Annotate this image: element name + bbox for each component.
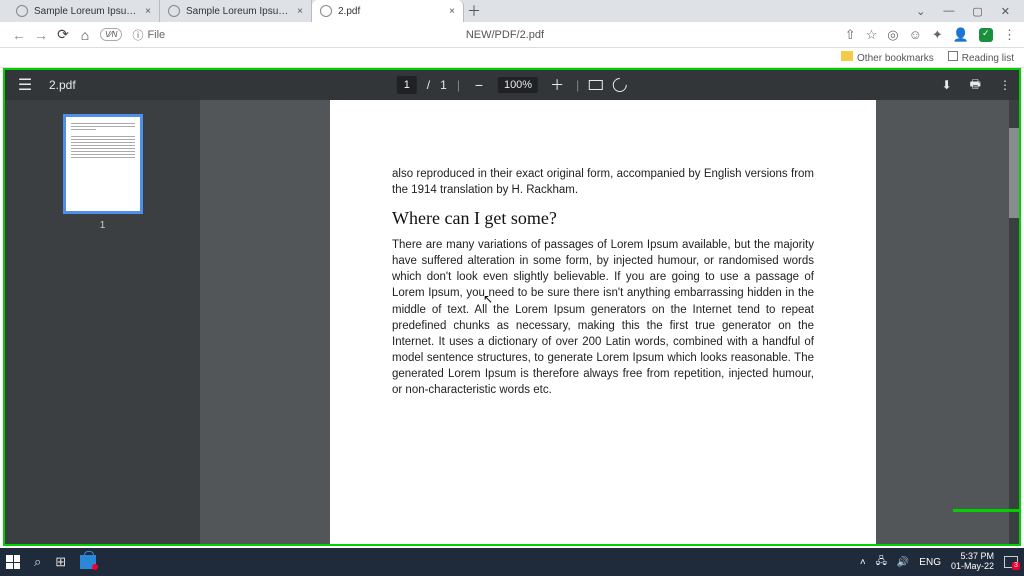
user-icon[interactable]: 👤 [953,27,969,43]
tray-expand-icon[interactable]: ˄ [860,557,866,568]
forward-button[interactable]: → [30,27,52,43]
rotate-icon[interactable] [610,75,630,95]
share-icon[interactable]: ⇧ [845,27,856,43]
url-scheme: File [147,29,165,41]
document-area[interactable]: also reproduced in their exact original … [200,100,1019,544]
toolbar-center: / 1 | − 100% ＋ | [397,75,627,95]
url-path: NEW/PDF/2.pdf [466,29,544,41]
download-icon[interactable]: ⬇ [942,78,952,92]
zoom-in-button[interactable]: ＋ [548,75,566,95]
other-bookmarks[interactable]: Other bookmarks [841,51,934,64]
close-icon[interactable]: × [145,6,151,17]
dropdown-icon[interactable]: ⌄ [916,5,925,18]
more-icon[interactable]: ⋮ [999,78,1011,92]
scrollbar[interactable] [1009,100,1019,544]
close-button[interactable]: ✕ [1001,5,1010,18]
sound-icon[interactable]: 🔊 [897,557,909,568]
close-icon[interactable]: × [297,6,303,17]
page-total: 1 [440,78,447,92]
divider: | [576,78,579,92]
paragraph: also reproduced in their exact original … [392,166,814,198]
viewer-body: 1 also reproduced in their exact origina… [5,100,1019,544]
new-tab-button[interactable]: ＋ [464,1,484,21]
reload-button[interactable]: ⟳ [52,26,74,43]
paragraph: There are many variations of passages of… [392,237,814,398]
zoom-level[interactable]: 100% [498,77,538,93]
browser-tab-strip: Sample Loreum Ipsum.pdf × Sample Loreum … [0,0,1024,22]
smile-icon[interactable]: ☺ [909,27,922,42]
hamburger-icon[interactable]: ☰ [13,75,37,95]
tab-title: Sample Loreum Ipsum.pdf [34,6,139,17]
puzzle-icon[interactable]: ✦ [932,27,943,43]
extension-icon[interactable]: ◎ [887,27,898,43]
browser-tab-active[interactable]: 2.pdf × [312,0,464,22]
taskbar-right: ˄ 🖧 🔊 ENG 5:37 PM 01-May-22 3 [860,552,1018,572]
address-bar: ← → ⟳ ⌂ V⁄N ⓘ File NEW/PDF/2.pdf ⇧ ☆ ◎ ☺… [0,22,1024,48]
zoom-out-button[interactable]: − [470,77,488,93]
fit-page-icon[interactable] [589,80,603,90]
divider: | [457,78,460,92]
toolbar-right: ⬇ 🖶 ⋮ [942,75,1011,96]
browser-tab[interactable]: Sample Loreum Ipsum.pdf × [160,0,312,22]
folder-icon [841,51,853,61]
pdf-viewer: ☰ 2.pdf / 1 | − 100% ＋ | ⬇ 🖶 ⋮ [5,70,1019,544]
thumbnail-panel: 1 [5,100,200,544]
menu-icon[interactable]: ⋮ [1003,27,1016,43]
browser-tab[interactable]: Sample Loreum Ipsum.pdf × [8,0,160,22]
store-icon[interactable] [80,555,96,569]
back-button[interactable]: ← [8,27,30,43]
taskbar-left: ⌕ ⊞ [6,554,96,570]
star-icon[interactable]: ☆ [866,27,878,43]
task-view-icon[interactable]: ⊞ [55,554,66,570]
date: 01-May-22 [951,562,994,572]
minimize-button[interactable]: — [943,5,954,18]
page-number-input[interactable] [397,76,417,94]
page-thumbnail[interactable] [63,114,143,214]
globe-icon [168,5,180,17]
shield-icon[interactable] [979,28,993,42]
maximize-button[interactable]: ▢ [972,5,982,18]
tab-title: Sample Loreum Ipsum.pdf [186,6,291,17]
taskbar: ⌕ ⊞ ˄ 🖧 🔊 ENG 5:37 PM 01-May-22 3 [0,548,1024,576]
network-icon[interactable]: 🖧 [876,554,887,571]
window-controls: ⌄ — ▢ ✕ [916,5,1024,18]
vpn-badge[interactable]: V⁄N [100,28,122,41]
toolbar-icons: ⇧ ☆ ◎ ☺ ✦ 👤 ⋮ [845,27,1016,43]
tab-title: 2.pdf [338,6,443,17]
close-icon[interactable]: × [449,6,455,17]
bookmark-bar: Other bookmarks Reading list [0,48,1024,68]
heading: Where can I get some? [392,208,814,229]
globe-icon [16,5,28,17]
print-icon[interactable]: 🖶 [970,75,981,96]
pdf-page: also reproduced in their exact original … [330,100,876,544]
document-title: 2.pdf [49,78,76,92]
search-icon[interactable]: ⌕ [34,554,41,570]
start-button[interactable] [6,555,20,569]
list-icon [948,51,958,61]
page-separator: / [427,78,430,92]
viewer-toolbar: ☰ 2.pdf / 1 | − 100% ＋ | ⬇ 🖶 ⋮ [5,70,1019,100]
thumbnail-label: 1 [5,220,200,231]
clock[interactable]: 5:37 PM 01-May-22 [951,552,994,572]
reading-list[interactable]: Reading list [948,51,1014,64]
highlight-edge [953,509,1021,512]
scrollbar-thumb[interactable] [1009,128,1019,218]
language-indicator[interactable]: ENG [919,557,941,568]
globe-icon [320,5,332,17]
url-input[interactable]: ⓘ File NEW/PDF/2.pdf [126,27,844,43]
info-icon[interactable]: ⓘ [132,27,143,43]
notification-icon[interactable]: 3 [1004,556,1018,568]
home-button[interactable]: ⌂ [74,27,96,43]
